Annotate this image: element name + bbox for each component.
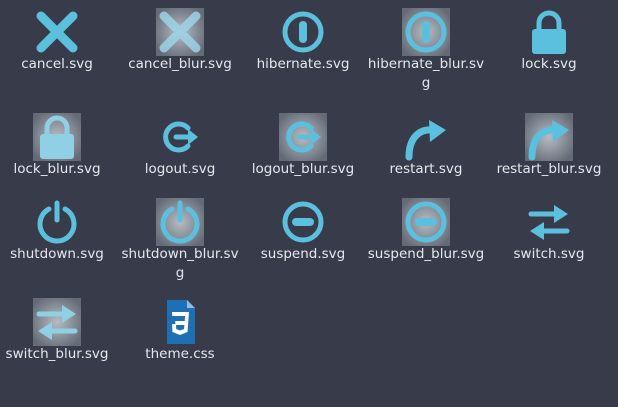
file-name-label: cancel.svg <box>21 56 93 72</box>
file-name-label: logout_blur.svg <box>251 161 355 177</box>
restart-blur-icon <box>525 113 573 161</box>
file-item-logout[interactable]: logout.svg <box>123 105 237 197</box>
css-file-icon <box>156 298 204 346</box>
switch-blur-icon <box>33 298 81 346</box>
file-name-label: suspend.svg <box>260 246 346 262</box>
file-item-lock-blur[interactable]: lock_blur.svg <box>0 105 114 197</box>
file-item-cancel-blur[interactable]: cancel_blur.svg <box>123 0 237 92</box>
file-name-label: shutdown_blur.svg <box>121 246 239 281</box>
file-name-label: restart_blur.svg <box>496 161 602 177</box>
file-name-label: lock_blur.svg <box>13 161 101 177</box>
file-item-restart-blur[interactable]: restart_blur.svg <box>492 105 606 197</box>
cancel-icon <box>33 8 81 56</box>
file-item-switch[interactable]: switch.svg <box>492 190 606 282</box>
file-item-restart[interactable]: restart.svg <box>369 105 483 197</box>
file-name-label: hibernate_blur.svg <box>367 56 485 91</box>
file-name-label: theme.css <box>145 346 215 362</box>
lock-icon <box>525 8 573 56</box>
file-name-label: switch_blur.svg <box>5 346 109 362</box>
file-item-suspend[interactable]: suspend.svg <box>246 190 360 282</box>
suspend-icon <box>279 198 327 246</box>
file-name-label: suspend_blur.svg <box>367 246 485 262</box>
switch-icon <box>525 198 573 246</box>
file-name-label: logout.svg <box>144 161 216 177</box>
hibernate-blur-icon <box>402 8 450 56</box>
file-item-cancel[interactable]: cancel.svg <box>0 0 114 92</box>
restart-icon <box>402 113 450 161</box>
file-name-label: lock.svg <box>521 56 577 72</box>
file-name-label: restart.svg <box>389 161 463 177</box>
hibernate-icon <box>279 8 327 56</box>
file-item-shutdown-blur[interactable]: shutdown_blur.svg <box>121 190 239 282</box>
file-item-logout-blur[interactable]: logout_blur.svg <box>246 105 360 197</box>
file-item-shutdown[interactable]: shutdown.svg <box>0 190 114 282</box>
shutdown-icon <box>33 198 81 246</box>
file-item-switch-blur[interactable]: switch_blur.svg <box>0 290 114 382</box>
suspend-blur-icon <box>402 198 450 246</box>
file-item-lock[interactable]: lock.svg <box>492 0 606 92</box>
file-item-theme-css[interactable]: theme.css <box>123 290 237 382</box>
logout-icon <box>156 113 204 161</box>
file-name-label: hibernate.svg <box>256 56 350 72</box>
file-name-label: shutdown.svg <box>10 246 104 262</box>
cancel-blur-icon <box>156 8 204 56</box>
file-name-label: switch.svg <box>513 246 585 262</box>
file-item-hibernate-blur[interactable]: hibernate_blur.svg <box>368 0 484 92</box>
lock-blur-icon <box>33 113 81 161</box>
file-item-suspend-blur[interactable]: suspend_blur.svg <box>368 190 484 282</box>
shutdown-blur-icon <box>156 198 204 246</box>
file-grid: cancel.svg cancel_blur.svg hibernate.svg… <box>0 0 618 407</box>
file-name-label: cancel_blur.svg <box>128 56 232 72</box>
file-item-hibernate[interactable]: hibernate.svg <box>246 0 360 92</box>
logout-blur-icon <box>279 113 327 161</box>
